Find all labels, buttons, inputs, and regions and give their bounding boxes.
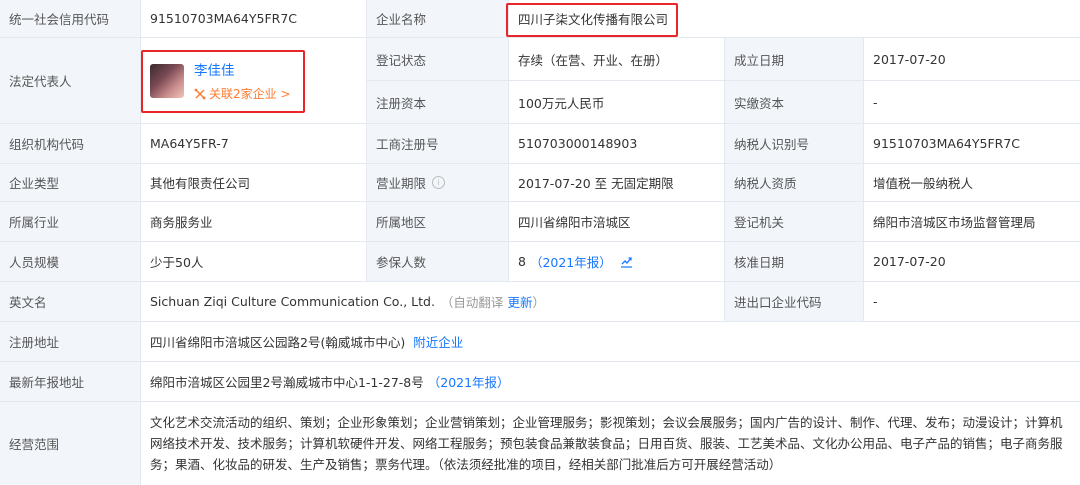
reg-capital-label: 注册资本 [367,81,509,124]
nearby-companies-link[interactable]: 附近企业 [413,332,463,351]
annual-address-cell: 绵阳市涪城区公园里2号瀚威城市中心1-1-27-8号 （2021年报） [141,362,1080,402]
region-label: 所属地区 [367,202,509,242]
related-companies-link[interactable]: 关联2家企业 > [194,85,291,102]
english-name-cell: Sichuan Ziqi Culture Communication Co., … [141,282,725,322]
established-value: 2017-07-20 [864,38,1080,81]
import-export-value: - [864,282,1080,322]
annual-report-year-link[interactable]: （2021年报） [428,372,510,391]
auto-translate-note: （自动翻译 [440,295,504,310]
insured-cell: 8 （2021年报） [509,242,725,282]
business-scope-value: 文化艺术交流活动的组织、策划；企业形象策划；企业营销策划；企业管理服务；影视策划… [141,402,1080,485]
org-code-label: 组织机构代码 [0,124,141,164]
taxpayer-qual-label: 纳税人资质 [725,164,864,202]
type-value: 其他有限责任公司 [141,164,367,202]
legal-rep-cell: 李佳佳 关联2家企业 > [141,38,367,124]
approval-label: 核准日期 [725,242,864,282]
annual-address-value: 绵阳市涪城区公园里2号瀚威城市中心1-1-27-8号 [150,375,424,390]
address-value: 四川省绵阳市涪城区公园路2号(翰威城市中心) [150,335,406,350]
relation-icon [194,88,206,99]
credit-code-value: 91510703MA64Y5FR7C [141,0,367,38]
type-label: 企业类型 [0,164,141,202]
trend-chart-icon[interactable] [620,255,633,268]
english-name-value: Sichuan Ziqi Culture Communication Co., … [150,294,435,309]
authority-label: 登记机关 [725,202,864,242]
authority-value: 绵阳市涪城区市场监督管理局 [864,202,1080,242]
company-info-table: 统一社会信用代码 91510703MA64Y5FR7C 企业名称 四川子柒文化传… [0,0,1080,485]
related-companies-text: 关联2家企业 > [209,87,291,101]
company-name-value: 四川子柒文化传播有限公司 [509,0,1080,38]
insured-label: 参保人数 [367,242,509,282]
taxpayer-id-value: 91510703MA64Y5FR7C [864,124,1080,164]
industry-value: 商务服务业 [141,202,367,242]
org-code-value: MA64Y5FR-7 [141,124,367,164]
legal-rep-label: 法定代表人 [0,38,141,124]
industry-label: 所属行业 [0,202,141,242]
reg-capital-value: 100万元人民币 [509,81,725,124]
insured-year-link[interactable]: （2021年报） [530,252,612,271]
annual-address-label: 最新年报地址 [0,362,141,402]
import-export-label: 进出口企业代码 [725,282,864,322]
staff-value: 少于50人 [141,242,367,282]
insured-value: 8 [518,254,526,269]
update-link[interactable]: 更新 [507,292,532,311]
term-label-text: 营业期限 [376,176,427,191]
reg-status-value: 存续（在营、开业、在册） [509,38,725,81]
paid-capital-label: 实缴资本 [725,81,864,124]
established-label: 成立日期 [725,38,864,81]
biz-reg-no-value: 510703000148903 [509,124,725,164]
term-label: 营业期限 i [367,164,509,202]
term-value: 2017-07-20 至 无固定期限 [509,164,725,202]
approval-value: 2017-07-20 [864,242,1080,282]
avatar[interactable] [150,63,184,98]
address-label: 注册地址 [0,322,141,362]
business-scope-label: 经营范围 [0,402,141,485]
address-cell: 四川省绵阳市涪城区公园路2号(翰威城市中心) 附近企业 [141,322,1080,362]
staff-label: 人员规模 [0,242,141,282]
close-paren: ） [532,295,545,310]
reg-status-label: 登记状态 [367,38,509,81]
legal-rep-name-link[interactable]: 李佳佳 [194,59,291,79]
credit-code-label: 统一社会信用代码 [0,0,141,38]
company-name-label: 企业名称 [367,0,509,38]
taxpayer-qual-value: 增值税一般纳税人 [864,164,1080,202]
english-name-label: 英文名 [0,282,141,322]
region-value: 四川省绵阳市涪城区 [509,202,725,242]
biz-reg-no-label: 工商注册号 [367,124,509,164]
info-circle-icon[interactable]: i [432,176,446,189]
taxpayer-id-label: 纳税人识别号 [725,124,864,164]
paid-capital-value: - [864,81,1080,124]
